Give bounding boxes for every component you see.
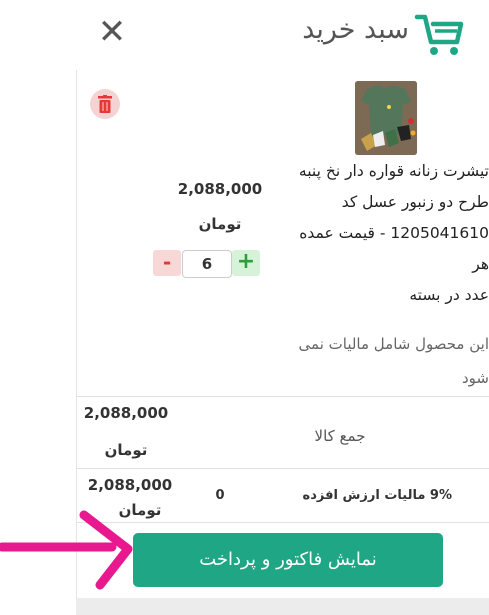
vat-value: 0 [215, 488, 225, 503]
item-price: 2,088,000 [177, 180, 263, 198]
product-desc-line: تیشرت زنانه قواره دار نخ پنبه [298, 162, 489, 180]
increase-quantity-button[interactable]: + [232, 250, 260, 276]
trash-icon[interactable] [90, 89, 120, 119]
cart-title: سبد خرید [302, 14, 409, 45]
close-icon[interactable]: ✕ [96, 14, 128, 50]
tax-note-line: این محصول شامل مالیات نمی [298, 335, 489, 353]
quantity-input[interactable]: 6 [182, 250, 232, 278]
product-tax-note: این محصول شامل مالیات نمی شود [278, 327, 489, 395]
shopping-cart-icon [414, 14, 464, 55]
product-desc-line: 1205041610 - قیمت عمده هر [299, 224, 489, 273]
product-desc-line: عدد در بسته [409, 286, 489, 304]
divider [76, 468, 489, 469]
product-thumbnail[interactable] [355, 81, 417, 155]
product-description: تیشرت زنانه قواره دار نخ پنبه طرح دو زنب… [278, 156, 489, 311]
decrease-quantity-button[interactable]: - [153, 250, 181, 276]
pink-arrow-annotation [0, 510, 133, 590]
vat-label: 9% مالیات ارزش افزده [302, 488, 452, 503]
total-amount: 2,088,000 [83, 404, 169, 422]
quantity-stepper: - 6 + [153, 250, 260, 278]
total-currency: تومان [104, 441, 148, 459]
item-currency: تومان [198, 215, 242, 233]
divider [76, 396, 489, 397]
total-label: جمع کالا [314, 427, 366, 445]
grand-total-amount: 2,088,000 [87, 476, 173, 494]
tax-note-line: شود [462, 369, 489, 387]
product-desc-line: طرح دو زنبور عسل کد [341, 193, 489, 211]
checkout-button[interactable]: نمایش فاکتور و پرداخت [133, 533, 443, 587]
bottom-bar [76, 598, 489, 615]
cart-header: ✕ سبد خرید [0, 0, 489, 70]
